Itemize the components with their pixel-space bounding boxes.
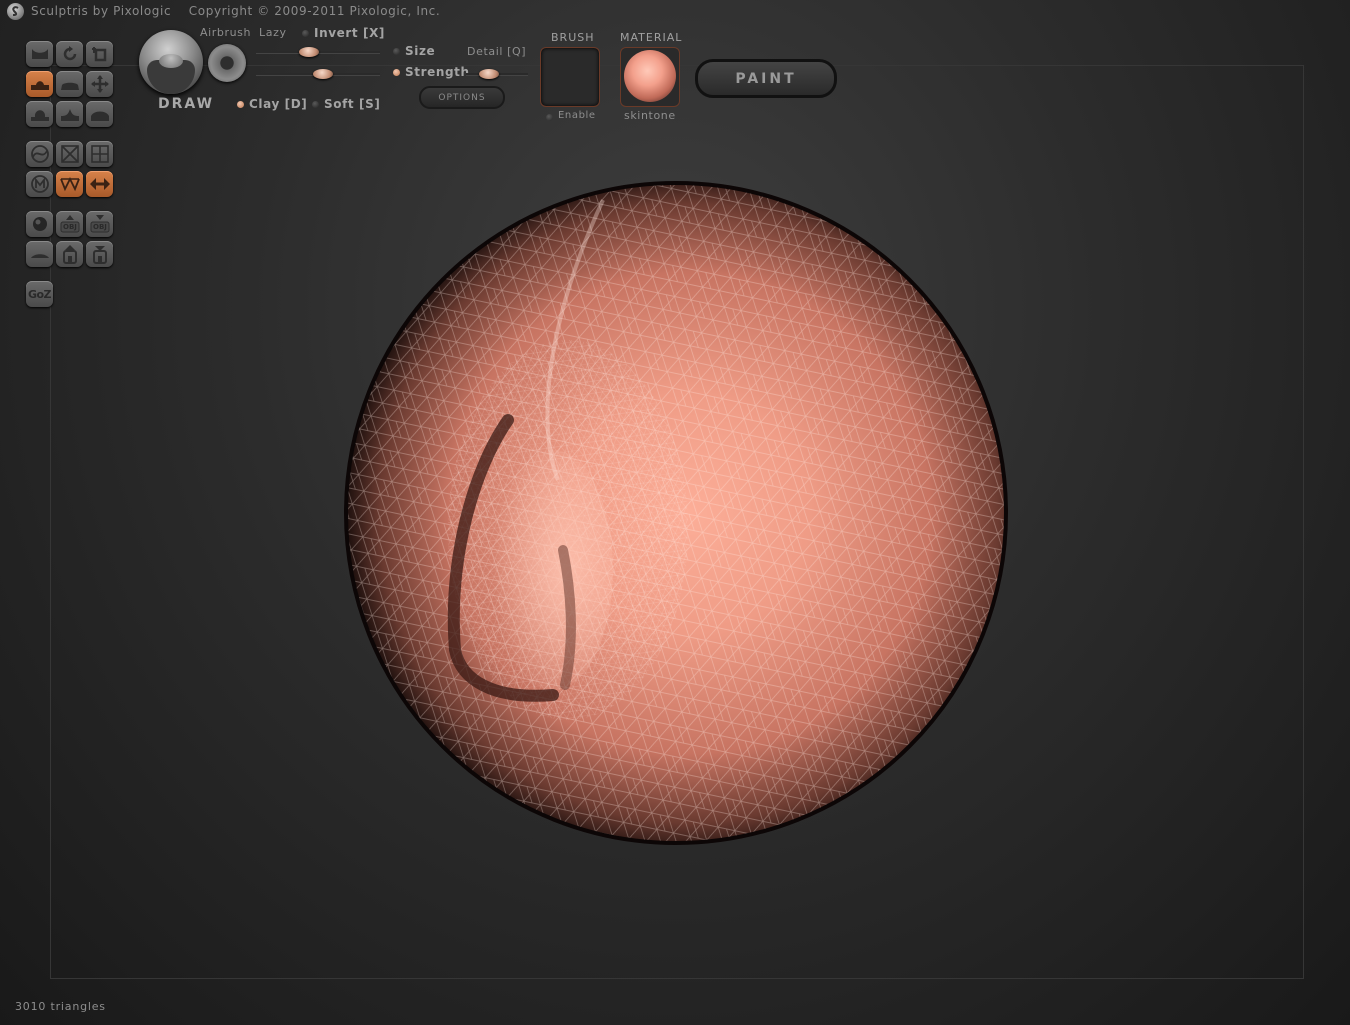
mask-tool-button[interactable] xyxy=(26,171,53,197)
save-button[interactable] xyxy=(86,241,113,267)
draw-icon xyxy=(30,81,49,90)
smooth-tool-button[interactable] xyxy=(86,101,113,127)
triangle-count: 3010 triangles xyxy=(15,1000,106,1013)
size-radio[interactable] xyxy=(393,48,400,55)
scale-tool-button[interactable] xyxy=(86,41,113,67)
new-plane-button[interactable] xyxy=(26,241,53,267)
sphere-icon xyxy=(32,217,47,231)
import-obj-label: OBJ xyxy=(63,223,77,231)
pinch-icon xyxy=(60,109,79,121)
reduce-brush-button[interactable] xyxy=(26,141,53,167)
lazy-label[interactable]: Lazy xyxy=(259,26,287,39)
rotate-icon xyxy=(63,46,76,61)
import-obj-button[interactable]: OBJ xyxy=(56,211,83,237)
wireframe-icon xyxy=(59,176,80,192)
flatten-tool-button[interactable] xyxy=(56,71,83,97)
reduce-selected-button[interactable] xyxy=(56,141,83,167)
paint-mode-button[interactable]: PAINT xyxy=(695,59,837,98)
clay-radio[interactable] xyxy=(237,101,244,108)
rotate-tool-button[interactable] xyxy=(56,41,83,67)
smooth-icon xyxy=(90,111,109,121)
reduce-selected-icon xyxy=(60,145,79,163)
brush-panel-heading: BRUSH xyxy=(551,31,595,44)
open-icon xyxy=(62,245,77,264)
flatten-icon xyxy=(60,82,79,90)
new-sphere-button[interactable] xyxy=(26,211,53,237)
goz-label: GoZ xyxy=(27,287,52,301)
brush-falloff-icon[interactable] xyxy=(208,44,246,82)
grab-tool-button[interactable] xyxy=(86,71,113,97)
symmetry-icon xyxy=(89,178,110,190)
pinch-tool-button[interactable] xyxy=(56,101,83,127)
brush-texture-slot[interactable] xyxy=(540,47,600,107)
material-preview xyxy=(624,50,676,102)
scale-icon xyxy=(91,47,106,62)
size-slider-knob[interactable] xyxy=(299,47,319,57)
open-button[interactable] xyxy=(56,241,83,267)
sculptris-logo-icon xyxy=(7,3,24,20)
invert-radio[interactable] xyxy=(302,30,309,37)
inflate-icon xyxy=(30,110,49,121)
invert-label[interactable]: Invert [X] xyxy=(314,26,385,40)
title-bar: Sculptris by Pixologic Copyright © 2009-… xyxy=(0,0,1350,22)
strength-slider-knob[interactable] xyxy=(313,69,333,79)
strength-label[interactable]: Strength xyxy=(405,65,470,79)
detail-label: Detail [Q] xyxy=(467,45,527,58)
inflate-tool-button[interactable] xyxy=(26,101,53,127)
strength-radio[interactable] xyxy=(393,69,400,76)
soft-radio[interactable] xyxy=(312,101,319,108)
save-icon xyxy=(92,246,107,264)
crease-tool-button[interactable] xyxy=(26,41,53,67)
brush-preview-icon[interactable] xyxy=(139,30,203,94)
crease-icon xyxy=(31,49,48,59)
airbrush-label[interactable]: Airbrush xyxy=(200,26,251,39)
clay-label[interactable]: Clay [D] xyxy=(249,97,307,111)
options-button[interactable]: OPTIONS xyxy=(419,86,505,109)
wireframe-toggle-button[interactable] xyxy=(56,171,83,197)
detail-slider-knob[interactable] xyxy=(479,69,499,79)
app-title: Sculptris by Pixologic Copyright © 2009-… xyxy=(31,4,441,18)
size-label[interactable]: Size xyxy=(405,44,435,58)
sculpt-mesh[interactable] xyxy=(343,180,1009,846)
plane-icon xyxy=(30,254,49,258)
brush-enable-label[interactable]: Enable xyxy=(558,110,596,121)
draw-tool-button[interactable] xyxy=(26,71,53,97)
export-obj-label: OBJ xyxy=(93,223,107,231)
brush-enable-radio[interactable] xyxy=(546,114,553,121)
subdivide-all-button[interactable] xyxy=(86,141,113,167)
grab-icon xyxy=(90,75,109,93)
subdivide-all-icon xyxy=(90,145,109,163)
mask-icon xyxy=(30,175,49,193)
material-slot[interactable] xyxy=(620,47,680,107)
material-name: skintone xyxy=(624,109,676,122)
symmetry-toggle-button[interactable] xyxy=(86,171,113,197)
export-obj-button[interactable]: OBJ xyxy=(86,211,113,237)
reduce-brush-icon xyxy=(30,145,49,163)
material-panel-heading: MATERIAL xyxy=(620,31,683,44)
soft-label[interactable]: Soft [S] xyxy=(324,97,380,111)
goz-button[interactable]: GoZ xyxy=(26,281,53,307)
brush-name: DRAW xyxy=(158,96,215,112)
